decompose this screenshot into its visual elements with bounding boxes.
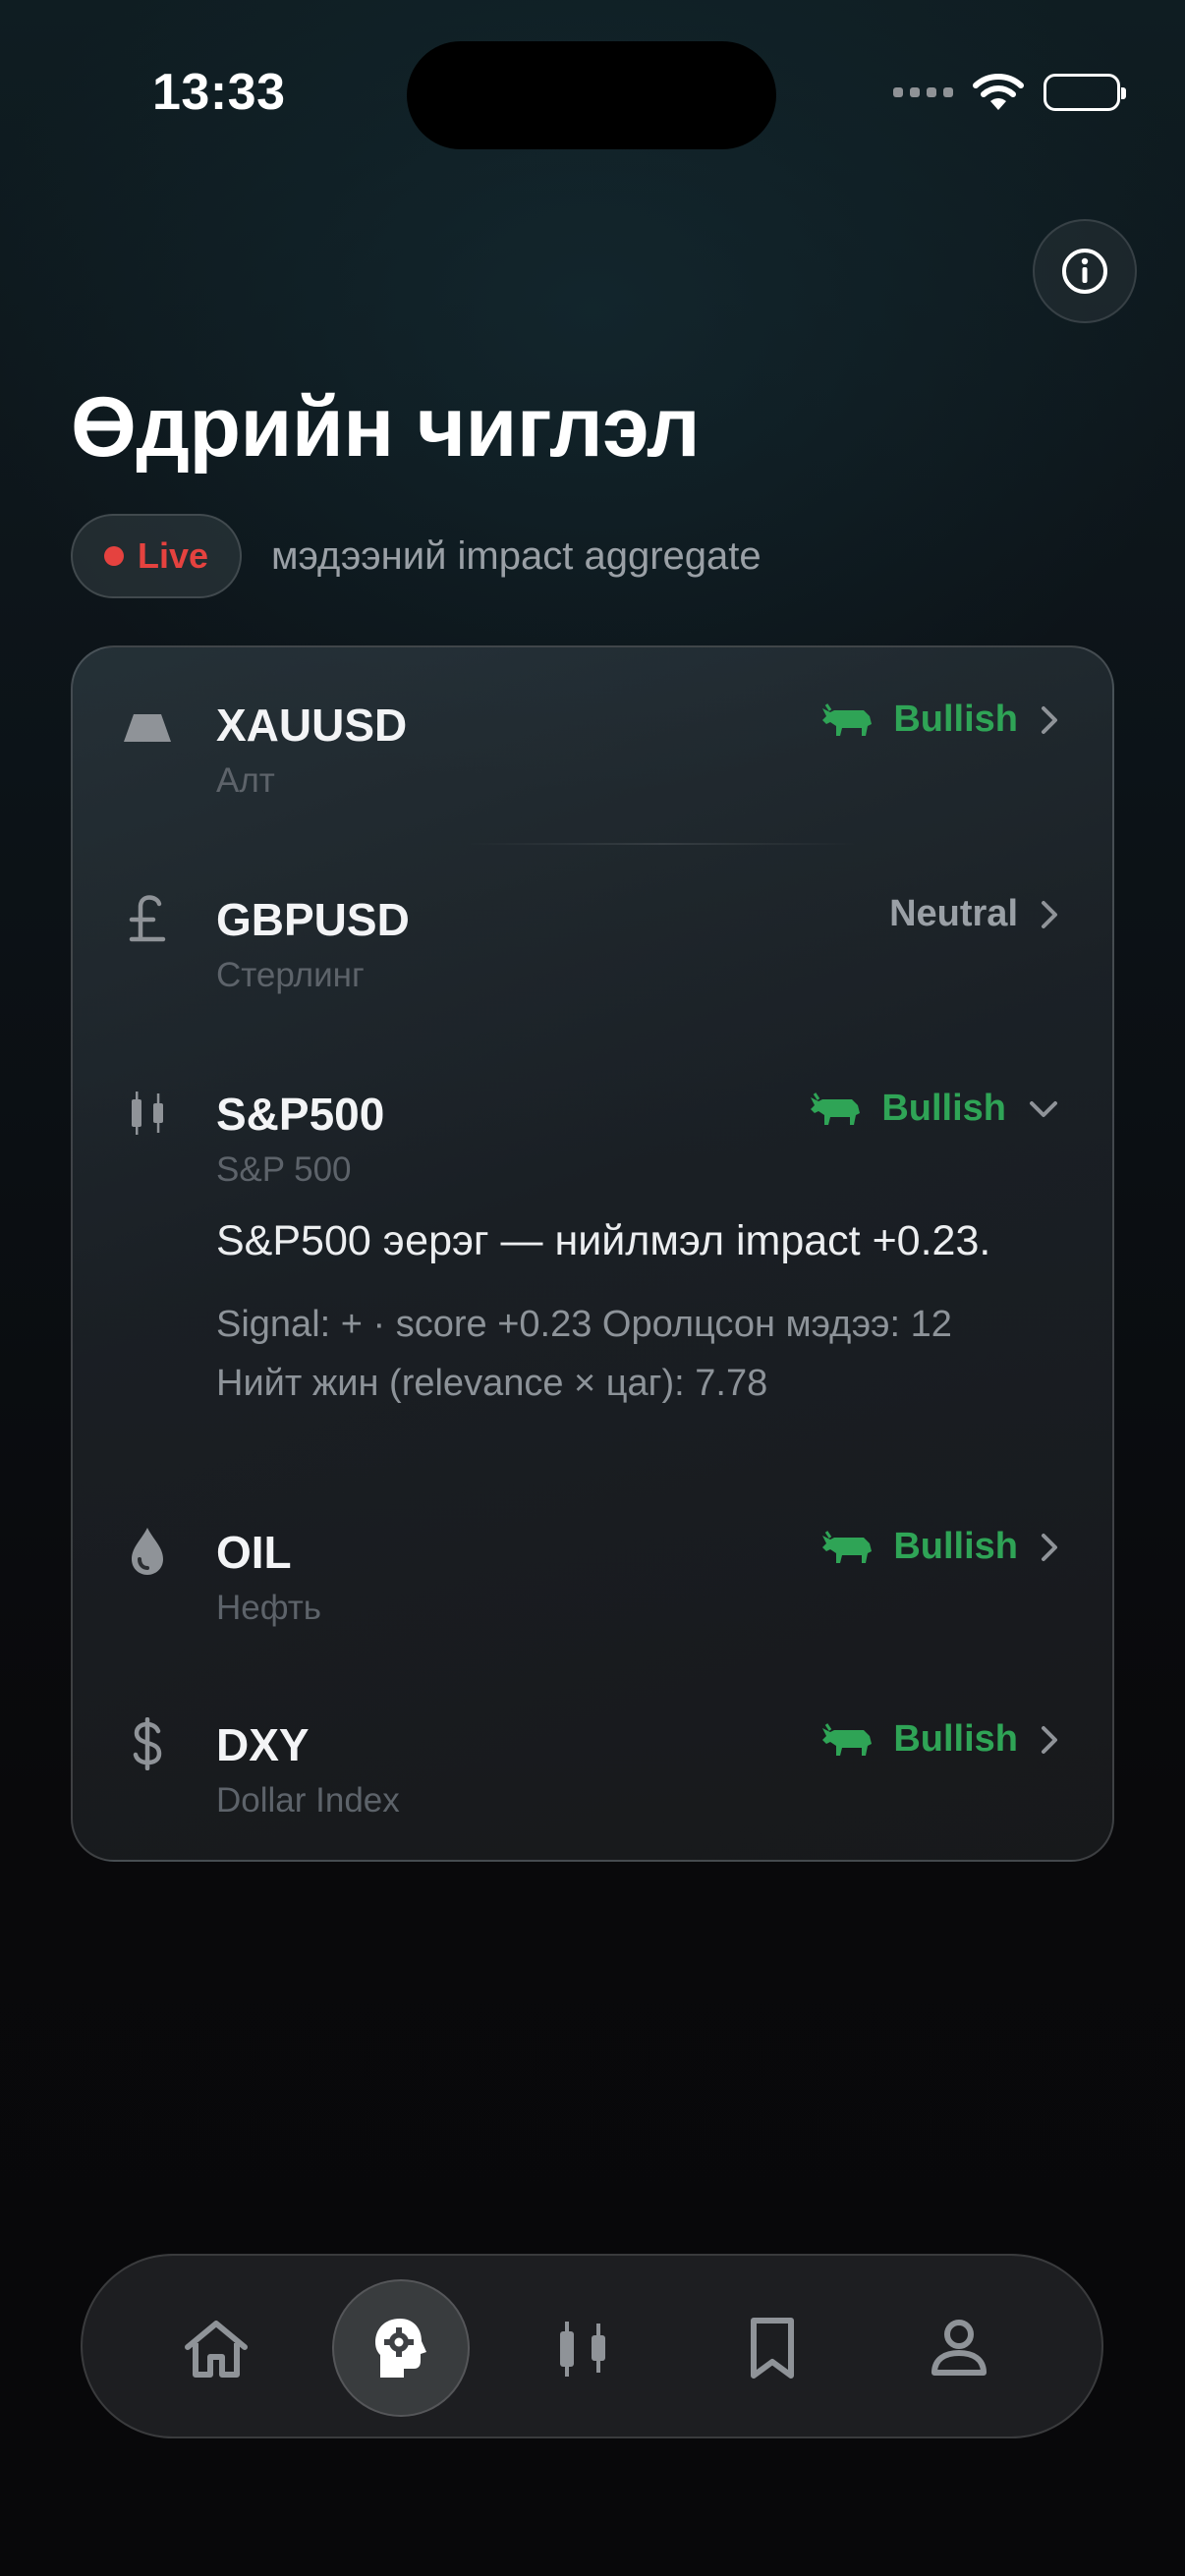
tab-markets[interactable] xyxy=(515,2279,652,2417)
asset-name: Стерлинг xyxy=(216,956,365,994)
sentiment-label: Bullish xyxy=(893,699,1018,740)
detail-signal-line: Signal: + · score +0.23 Оролцсон мэдээ: … xyxy=(216,1304,952,1345)
info-button[interactable] xyxy=(1033,219,1137,323)
page-subtitle: мэдээний impact aggregate xyxy=(271,534,762,578)
chevron-right-icon xyxy=(1042,900,1057,928)
sentiment-group: Bullish xyxy=(820,699,1059,741)
battery-icon xyxy=(1044,74,1126,111)
sentiment-label: Bullish xyxy=(881,1088,1006,1129)
asset-name: Нефть xyxy=(216,1589,322,1627)
asset-name: Dollar Index xyxy=(216,1781,400,1820)
live-label: Live xyxy=(137,535,209,576)
asset-row-oil[interactable]: OIL Нефть Bullish xyxy=(73,1475,1112,1669)
chevron-right-icon xyxy=(1042,1725,1057,1754)
detail-weight-line: Нийт жин (relevance × цаг): 7.78 xyxy=(216,1363,768,1404)
status-time: 13:33 xyxy=(152,64,286,121)
status-icons xyxy=(893,71,1126,114)
bookmark-icon xyxy=(751,2318,794,2379)
sentiment-label: Neutral xyxy=(889,893,1018,934)
oil-drop-icon xyxy=(122,1526,173,1577)
candlestick-icon xyxy=(560,2322,605,2377)
asset-symbol: XAUUSD xyxy=(216,700,408,751)
brain-gear-icon xyxy=(375,2319,426,2378)
live-badge: Live xyxy=(71,514,242,598)
asset-symbol: S&P500 xyxy=(216,1089,385,1140)
sentiment-group: Bullish xyxy=(809,1088,1059,1130)
asset-name: Алт xyxy=(216,761,275,800)
asset-row-dxy[interactable]: DXY Dollar Index Bullish xyxy=(73,1669,1112,1862)
tab-insights[interactable] xyxy=(332,2279,470,2417)
asset-symbol: OIL xyxy=(216,1527,292,1578)
bull-icon xyxy=(811,1092,861,1125)
tab-home[interactable] xyxy=(147,2279,285,2417)
sentiment-group: Bullish xyxy=(820,1718,1059,1761)
gold-bar-icon xyxy=(122,702,173,754)
page-title: Өдрийн чиглэл xyxy=(71,380,701,475)
chevron-right-icon xyxy=(1042,705,1057,734)
tab-bar xyxy=(81,2254,1103,2438)
bull-icon xyxy=(822,702,873,736)
wifi-icon xyxy=(973,74,1024,110)
pound-sign-icon xyxy=(122,893,173,944)
bull-icon xyxy=(822,1530,873,1563)
live-dot xyxy=(103,546,124,566)
bull-icon xyxy=(822,1722,873,1756)
asset-name: S&P 500 xyxy=(216,1150,352,1189)
sentiment-group: Neutral xyxy=(889,893,1059,935)
tab-profile[interactable] xyxy=(890,2279,1028,2417)
dollar-sign-icon xyxy=(122,1717,173,1770)
tab-bookmarks[interactable] xyxy=(704,2279,841,2417)
asset-row-gbpusd[interactable]: GBPUSD Стерлинг Neutral xyxy=(73,844,1112,1038)
asset-row-xauusd[interactable]: XAUUSD Алт Bullish xyxy=(73,647,1112,845)
chevron-down-icon xyxy=(1030,1100,1057,1117)
sentiment-label: Bullish xyxy=(893,1718,1018,1760)
asset-list-card: XAUUSD Алт Bullish GBPUSD Стерлинг Neutr… xyxy=(71,645,1114,1862)
asset-row-sp500[interactable]: S&P500 S&P 500 Bullish S&P500 эерэг — ни… xyxy=(73,1038,1112,1475)
chevron-right-icon xyxy=(1042,1533,1057,1561)
sentiment-group: Bullish xyxy=(820,1526,1059,1568)
asset-symbol: GBPUSD xyxy=(216,894,410,945)
sentiment-label: Bullish xyxy=(893,1526,1018,1567)
asset-symbol: DXY xyxy=(216,1719,310,1770)
detail-headline: S&P500 эерэг — нийлмэл impact +0.23. xyxy=(216,1217,991,1264)
info-icon xyxy=(1062,249,1107,294)
profile-icon xyxy=(931,2320,987,2376)
dynamic-island xyxy=(407,41,776,149)
home-icon xyxy=(185,2321,248,2378)
candlestick-icon xyxy=(122,1088,173,1139)
cellular-signal-icon xyxy=(893,87,953,97)
